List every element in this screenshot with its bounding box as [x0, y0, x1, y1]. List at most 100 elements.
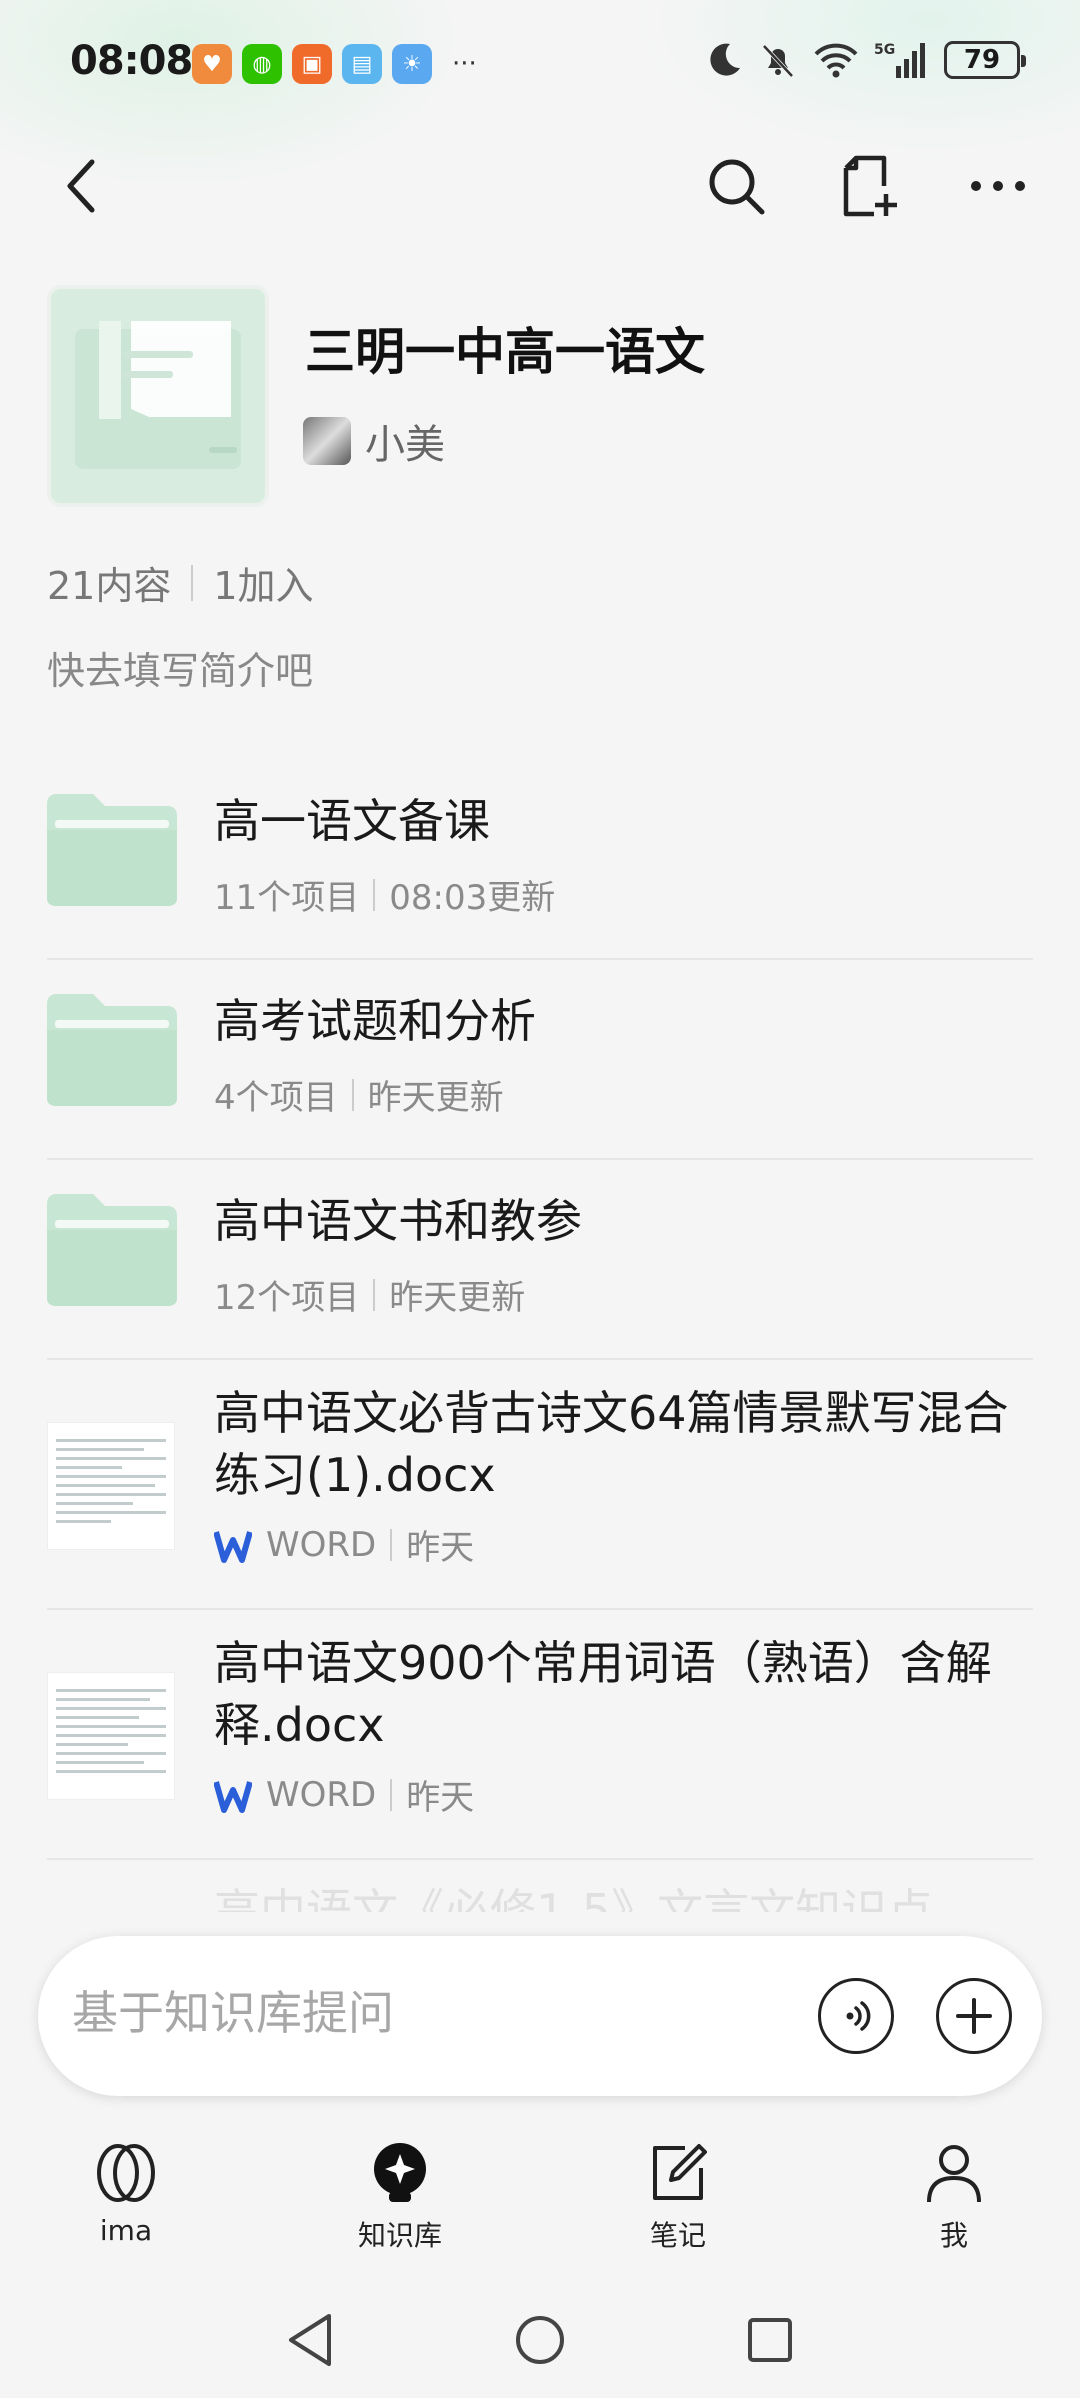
top-nav: [0, 150, 1080, 222]
tab-label: 笔记: [649, 2219, 706, 2252]
content-list: 高一语文备课 11个项目 08:03更新 高考试题和分析 4个项目 昨天更新 高…: [47, 760, 1033, 1860]
circle-home-icon: [516, 2316, 564, 2364]
item-meta: WORD 昨天: [214, 1770, 474, 1819]
knowledge-base-active-icon: [374, 2143, 426, 2202]
file-type: WORD: [266, 1774, 377, 1815]
list-item[interactable]: 高一语文备课 11个项目 08:03更新: [47, 760, 1033, 960]
document-thumbnail: [47, 1672, 175, 1800]
divider: [191, 564, 194, 601]
tab-ima[interactable]: ima: [46, 2140, 206, 2247]
heart-app-icon: ♥: [192, 44, 232, 84]
divider: [390, 1528, 393, 1561]
item-count: 11个项目: [214, 878, 360, 918]
weather-icon: ☀: [392, 44, 432, 84]
ask-bar: [38, 1936, 1042, 2096]
wifi-icon: [814, 43, 858, 78]
cellular-signal-icon: 5G: [874, 42, 925, 78]
tab-label: 我: [939, 2219, 968, 2252]
voice-icon: [846, 2001, 871, 2031]
moon-icon: [710, 43, 740, 76]
item-meta: 12个项目 昨天更新: [214, 1270, 525, 1319]
item-updated: 昨天更新: [367, 1078, 504, 1118]
join-count[interactable]: 1加入: [213, 555, 313, 610]
plus-icon: [956, 1998, 992, 2034]
folder-icon: [47, 794, 177, 906]
knowledge-base-title: 三明一中高一语文: [305, 323, 705, 381]
item-updated: 昨天: [406, 1778, 475, 1818]
system-navigation-bar: [0, 2300, 1080, 2380]
item-updated: 08:03更新: [389, 878, 556, 918]
system-recents-button[interactable]: [740, 2310, 800, 2370]
item-meta: 11个项目 08:03更新: [214, 870, 555, 919]
system-back-button[interactable]: [280, 2310, 340, 2370]
system-home-button[interactable]: [510, 2310, 570, 2370]
bottom-tab-bar: ima 知识库 笔记 我: [0, 2140, 1080, 2270]
folder-icon: [47, 994, 177, 1106]
tab-knowledge-base[interactable]: 知识库: [320, 2140, 480, 2254]
item-updated: 昨天: [406, 1528, 475, 1568]
owner-info[interactable]: 小美: [303, 412, 445, 470]
word-icon: [214, 1530, 252, 1563]
book-app-icon: ▤: [342, 44, 382, 84]
folder-icon: [47, 1194, 177, 1306]
avatar: [303, 417, 351, 465]
list-item[interactable]: 高中语文书和教参 12个项目 昨天更新: [47, 1160, 1033, 1360]
list-item[interactable]: 高中语文必背古诗文64篇情景默写混合练习(1).docx WORD 昨天: [47, 1360, 1033, 1610]
tab-notes[interactable]: 笔记: [598, 2140, 758, 2254]
item-meta: WORD 昨天: [214, 1520, 474, 1569]
content-count: 21内容: [47, 564, 172, 608]
ask-input[interactable]: [72, 1986, 772, 2040]
item-count: 4个项目: [214, 1078, 338, 1118]
wechat-icon: ◍: [242, 44, 282, 84]
battery-indicator: 79: [944, 41, 1026, 79]
partially-hidden-item-title[interactable]: 高中语文《必修1-5》文言文知识点: [214, 1880, 1014, 1912]
triangle-back-icon: [289, 2314, 331, 2366]
intro-placeholder[interactable]: 快去填写简介吧: [47, 640, 313, 695]
notification-icons: ♥ ◍ ▣ ▤ ☀ ···: [192, 44, 477, 84]
item-title: 高考试题和分析: [214, 994, 536, 1048]
tab-label: 知识库: [357, 2219, 442, 2252]
stats-line: 21内容 1加入: [47, 555, 314, 610]
chevron-left-icon: [67, 159, 95, 213]
ima-logo-icon: [97, 2144, 155, 2202]
item-title: 高一语文备课: [214, 794, 490, 848]
search-button[interactable]: [700, 150, 772, 222]
mute-bell-icon: [762, 44, 794, 78]
system-icons: 5G 79: [704, 40, 1026, 80]
new-document-button[interactable]: [832, 150, 904, 222]
signal-label: 5G: [874, 42, 895, 58]
more-notifications-icon: ···: [452, 49, 477, 79]
square-recents-icon: [748, 2318, 792, 2362]
owner-name: 小美: [365, 422, 445, 468]
list-item[interactable]: 高考试题和分析 4个项目 昨天更新: [47, 960, 1033, 1160]
word-icon: [214, 1780, 252, 1813]
knowledge-base-cover[interactable]: [47, 285, 269, 507]
status-time: 08:08: [70, 38, 193, 84]
status-bar: 08:08 ♥ ◍ ▣ ▤ ☀ ··· 5G 79: [0, 30, 1080, 100]
search-icon: [709, 159, 765, 215]
person-icon: [927, 2145, 981, 2203]
gift-app-icon: ▣: [292, 44, 332, 84]
tab-label: ima: [99, 2214, 153, 2247]
item-title: 高中语文900个常用词语（熟语）含解释.docx: [214, 1636, 992, 1752]
item-title: 高中语文书和教参: [214, 1194, 582, 1248]
document-thumbnail: [47, 1422, 175, 1550]
add-document-icon: [843, 155, 897, 217]
add-button[interactable]: [936, 1978, 1012, 2054]
item-meta: 4个项目 昨天更新: [214, 1070, 504, 1119]
list-item[interactable]: 高中语文900个常用词语（熟语）含解释.docx WORD 昨天: [47, 1610, 1033, 1860]
item-updated: 昨天更新: [389, 1278, 526, 1318]
document-cover-icon: [51, 289, 265, 503]
divider: [373, 1278, 376, 1311]
item-count: 12个项目: [214, 1278, 360, 1318]
more-dots-icon: [971, 181, 1025, 191]
divider: [373, 878, 376, 911]
divider: [351, 1078, 354, 1111]
divider: [390, 1778, 393, 1811]
back-button[interactable]: [44, 150, 116, 222]
tab-me[interactable]: 我: [874, 2140, 1034, 2254]
item-title: 高中语文必背古诗文64篇情景默写混合练习(1).docx: [214, 1386, 1009, 1502]
file-type: WORD: [266, 1524, 377, 1565]
more-button[interactable]: [962, 150, 1034, 222]
voice-button[interactable]: [818, 1978, 894, 2054]
